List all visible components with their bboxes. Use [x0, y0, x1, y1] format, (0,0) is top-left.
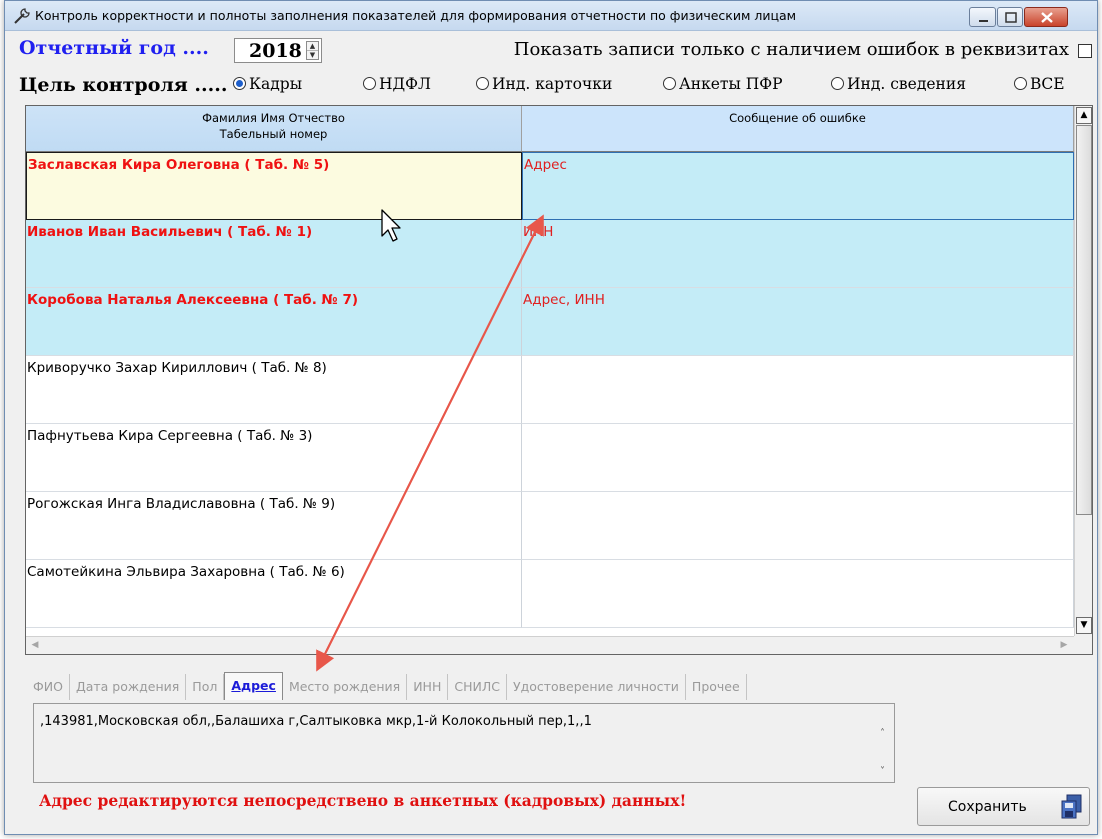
scroll-thumb[interactable] — [1076, 125, 1092, 515]
error-cell[interactable]: Адрес — [522, 152, 1074, 220]
table-row[interactable]: Самотейкина Эльвира Захаровна ( Таб. № 6… — [26, 560, 1074, 628]
save-button[interactable]: Сохранить — [917, 787, 1090, 826]
table-row[interactable]: Иванов Иван Васильевич ( Таб. № 1) ИНН — [26, 220, 1074, 288]
name-cell[interactable]: Пафнутьева Кира Сергеевна ( Таб. № 3) — [26, 424, 522, 492]
radio-kadry[interactable]: Кадры — [233, 75, 302, 97]
radio-all[interactable]: ВСЕ — [1014, 75, 1065, 97]
vertical-scrollbar[interactable]: ▲ ▼ — [1074, 106, 1092, 636]
scrollbar-corner — [1074, 636, 1092, 654]
table-row[interactable]: Рогожская Инга Владиславовна ( Таб. № 9) — [26, 492, 1074, 560]
name-cell[interactable]: Иванов Иван Васильевич ( Таб. № 1) — [26, 220, 522, 288]
table-row[interactable]: Заславская Кира Олеговна ( Таб. № 5) Адр… — [26, 152, 1074, 220]
radio-checked-icon — [233, 77, 246, 90]
year-label: Отчетный год .... — [19, 37, 209, 59]
tab-inn[interactable]: ИНН — [407, 674, 449, 700]
scroll-left-icon[interactable]: ◀ — [27, 638, 43, 653]
save-icon — [1060, 794, 1084, 824]
title-bar[interactable]: Контроль корректности и полноты заполнен… — [5, 1, 1097, 31]
name-cell[interactable]: Заславская Кира Олеговна ( Таб. № 5) — [26, 152, 522, 220]
close-button[interactable] — [1024, 7, 1068, 27]
year-stepper[interactable]: 2018 ▲ ▼ — [234, 38, 322, 63]
error-cell[interactable] — [522, 492, 1074, 560]
tab-address[interactable]: Адрес — [224, 672, 283, 700]
error-cell[interactable]: Адрес, ИНН — [522, 288, 1074, 356]
tab-other[interactable]: Прочее — [686, 674, 747, 700]
scroll-up-icon[interactable]: ▲ — [1076, 107, 1092, 124]
column-header-error[interactable]: Сообщение об ошибке — [522, 106, 1074, 152]
radio-unchecked-icon — [363, 77, 376, 90]
errors-only-label: Показать записи только с наличием ошибок… — [513, 39, 1069, 60]
tab-birth-date[interactable]: Дата рождения — [70, 674, 187, 700]
warning-message: Адрес редактируются непосредствено в анк… — [39, 791, 687, 810]
address-value: ,143981,Московская обл,,Балашиха г,Салты… — [40, 714, 592, 729]
error-cell[interactable]: ИНН — [522, 220, 1074, 288]
radio-unchecked-icon — [663, 77, 676, 90]
address-field[interactable]: ,143981,Московская обл,,Балашиха г,Салты… — [33, 703, 895, 783]
radio-ndfl[interactable]: НДФЛ — [363, 75, 431, 97]
window-title: Контроль корректности и полноты заполнен… — [35, 8, 797, 23]
main-window: Контроль корректности и полноты заполнен… — [4, 0, 1098, 835]
spin-down-icon[interactable]: ▼ — [307, 51, 318, 60]
name-cell[interactable]: Рогожская Инга Владиславовна ( Таб. № 9) — [26, 492, 522, 560]
tab-snils[interactable]: СНИЛС — [448, 674, 507, 700]
spin-up-icon[interactable]: ▲ — [307, 42, 318, 51]
errors-only-checkbox[interactable] — [1078, 44, 1092, 58]
error-cell[interactable] — [522, 424, 1074, 492]
table-row[interactable]: Пафнутьева Кира Сергеевна ( Таб. № 3) — [26, 424, 1074, 492]
radio-unchecked-icon — [476, 77, 489, 90]
name-cell[interactable]: Криворучко Захар Кириллович ( Таб. № 8) — [26, 356, 522, 424]
tab-identity-document[interactable]: Удостоверение личности — [507, 674, 686, 700]
scroll-right-icon[interactable]: ▶ — [1056, 638, 1072, 653]
tab-fio[interactable]: ФИО — [27, 674, 70, 700]
control-goal-label: Цель контроля ..... — [19, 74, 228, 96]
radio-ind-cards[interactable]: Инд. карточки — [476, 75, 612, 97]
scroll-down-icon[interactable]: ▼ — [1076, 617, 1092, 634]
table-row[interactable]: Криворучко Захар Кириллович ( Таб. № 8) — [26, 356, 1074, 424]
minimize-button[interactable] — [969, 7, 996, 27]
radio-unchecked-icon — [1014, 77, 1027, 90]
radio-ind-info[interactable]: Инд. сведения — [831, 75, 966, 97]
error-cell[interactable] — [522, 560, 1074, 628]
name-cell[interactable]: Коробова Наталья Алексеевна ( Таб. № 7) — [26, 288, 522, 356]
chevron-up-icon[interactable]: ˄ — [880, 728, 885, 739]
year-spin-buttons[interactable]: ▲ ▼ — [306, 41, 319, 60]
field-tabs: ФИО Дата рождения Пол Адрес Место рождения ИН… — [27, 672, 747, 700]
save-label: Сохранить — [948, 799, 1027, 815]
wrench-icon — [12, 6, 32, 26]
tab-gender[interactable]: Пол — [186, 674, 225, 700]
horizontal-scrollbar[interactable]: ◀ ▶ — [26, 636, 1074, 654]
maximize-button[interactable] — [997, 7, 1023, 27]
radio-unchecked-icon — [831, 77, 844, 90]
year-value[interactable]: 2018 — [249, 40, 302, 62]
tab-birth-place[interactable]: Место рождения — [283, 674, 408, 700]
table-row[interactable]: Коробова Наталья Алексеевна ( Таб. № 7) … — [26, 288, 1074, 356]
column-header-name[interactable]: Фамилия Имя Отчество Табельный номер — [26, 106, 522, 152]
grid-header: Фамилия Имя Отчество Табельный номер Соо… — [26, 106, 1074, 152]
chevron-down-icon[interactable]: ˅ — [880, 766, 885, 777]
radio-pfr-forms[interactable]: Анкеты ПФР — [663, 75, 783, 97]
name-cell[interactable]: Самотейкина Эльвира Захаровна ( Таб. № 6… — [26, 560, 522, 628]
error-cell[interactable] — [522, 356, 1074, 424]
records-grid[interactable]: Фамилия Имя Отчество Табельный номер Соо… — [25, 105, 1093, 655]
